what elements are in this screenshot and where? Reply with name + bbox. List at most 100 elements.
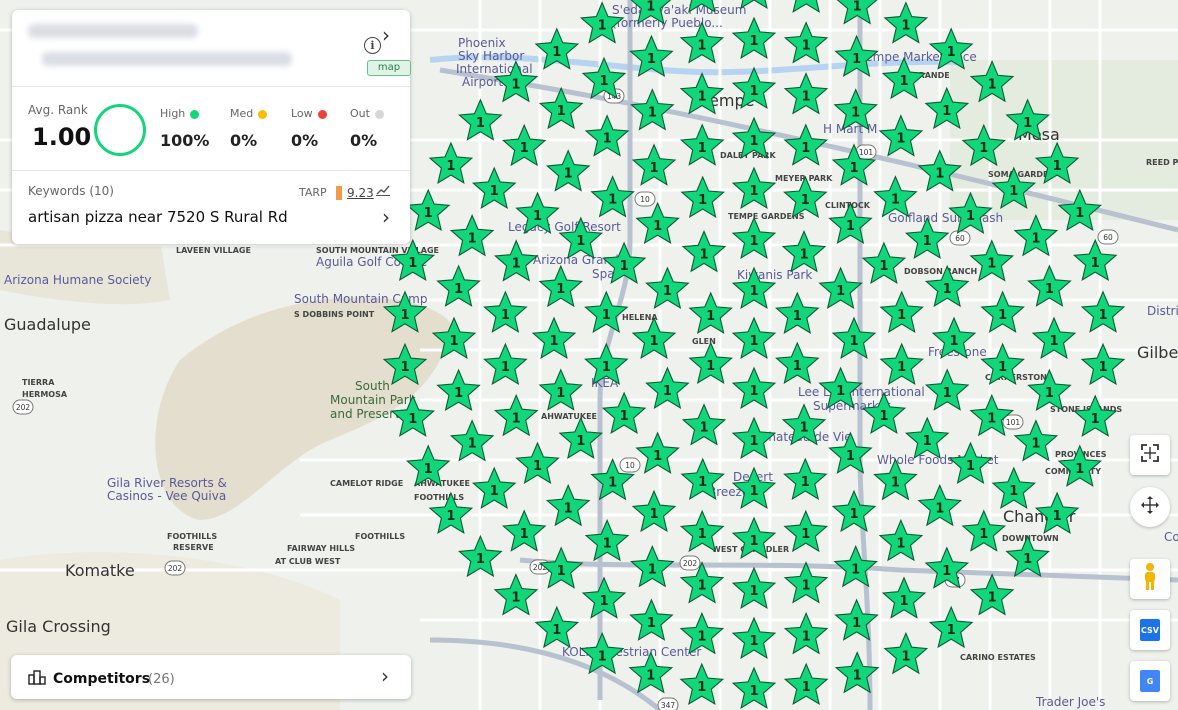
rank-marker-label: 1 <box>501 360 510 375</box>
rank-marker-label: 1 <box>988 77 997 92</box>
rank-marker-label: 1 <box>801 193 810 208</box>
rank-marker-label: 1 <box>424 462 433 477</box>
rank-marker-label: 1 <box>697 579 706 594</box>
building-icon <box>28 669 46 689</box>
rank-marker-label: 1 <box>446 159 455 174</box>
chevron-right-icon[interactable]: › <box>381 664 389 688</box>
rank-marker-label: 1 <box>793 359 802 374</box>
rank-marker-label: 1 <box>454 386 463 401</box>
rank-marker-label: 1 <box>923 234 932 249</box>
rank-marker-label: 1 <box>998 360 1007 375</box>
rank-marker-label: 1 <box>400 308 409 323</box>
rank-marker-label: 1 <box>749 534 758 549</box>
business-address-redacted <box>42 52 292 66</box>
highway-shield-icon: 10 <box>619 457 641 473</box>
rank-marker-label: 1 <box>1045 386 1054 401</box>
rank-marker-label: 1 <box>706 309 715 324</box>
rank-marker-label: 1 <box>801 579 810 594</box>
business-name-redacted <box>28 24 198 38</box>
rank-marker-label: 1 <box>802 680 811 695</box>
rank-marker-label: 1 <box>749 284 758 299</box>
rank-marker-label: 1 <box>698 193 707 208</box>
info-icon[interactable]: i <box>364 37 381 54</box>
competitors-bar[interactable]: Competitors (26) › <box>11 655 411 699</box>
high-label-text: High <box>160 107 186 120</box>
map-label: Guadalupe <box>4 315 91 334</box>
map-move-button[interactable] <box>1130 487 1170 527</box>
google-export-button[interactable]: G <box>1130 661 1170 701</box>
rank-marker-label: 1 <box>802 0 811 3</box>
map-label: Kiwanis Park <box>737 268 812 282</box>
rank-marker-label: 1 <box>801 90 810 105</box>
rank-marker-label: 1 <box>901 649 910 664</box>
map-label: REED PARK <box>1146 158 1178 167</box>
highway-shield-icon: 202 <box>12 399 34 415</box>
rank-marker-label: 1 <box>749 134 758 149</box>
map-label: FOOTHILLS <box>167 532 217 541</box>
high-dot <box>190 109 200 119</box>
out-label-text: Out <box>350 107 370 120</box>
rank-marker-label: 1 <box>512 411 521 426</box>
street-view-button[interactable] <box>1130 559 1170 599</box>
rank-marker-label: 1 <box>1098 360 1107 375</box>
rank-marker-label: 1 <box>663 384 672 399</box>
rank-marker-label: 1 <box>849 334 858 349</box>
rank-marker-label: 1 <box>836 284 845 299</box>
rank-marker-label: 1 <box>648 562 657 577</box>
keywords-count: (10) <box>89 184 114 198</box>
rank-marker-label: 1 <box>801 475 810 490</box>
map-label: South <box>355 379 390 393</box>
rank-marker-label: 1 <box>646 0 655 15</box>
rank-marker-label: 1 <box>603 536 612 551</box>
rank-marker-label: 1 <box>846 219 855 234</box>
map-label: LAVEEN VILLAGE <box>176 246 251 255</box>
chevron-right-icon[interactable]: › <box>382 23 390 47</box>
map-label: Trader Joe's <box>1035 695 1105 709</box>
rank-marker-label: 1 <box>556 386 565 401</box>
rank-marker-label: 1 <box>400 360 409 375</box>
rank-marker-label: 1 <box>899 74 908 89</box>
rank-marker-label: 1 <box>943 282 952 297</box>
rank-marker-label: 1 <box>549 334 558 349</box>
rank-marker-label: 1 <box>849 507 858 522</box>
rank-marker-label: 1 <box>947 623 956 638</box>
tarp-value[interactable]: 9.23 <box>347 186 374 200</box>
rank-marker-label: 1 <box>424 206 433 221</box>
map-label: Gila Crossing <box>6 617 111 636</box>
tarp-bar <box>336 186 342 200</box>
rank-marker-label: 1 <box>520 141 529 156</box>
rank-marker-label: 1 <box>802 39 811 54</box>
rank-marker-label: 1 <box>846 449 855 464</box>
map-label: CARINO ESTATES <box>960 653 1036 662</box>
csv-export-button[interactable]: CSV <box>1130 610 1170 650</box>
keyword-next-chevron-icon[interactable]: › <box>382 205 390 229</box>
rank-marker-label: 1 <box>1023 552 1032 567</box>
rank-marker-label: 1 <box>698 527 707 542</box>
rank-marker-label: 1 <box>556 282 565 297</box>
map-label: HERMOSA <box>22 390 68 399</box>
rank-info-panel: i › map Avg. Rank 1.00 High 100% Med 0% … <box>12 10 411 244</box>
map-label: AT CLUB WEST <box>275 557 341 566</box>
rank-marker-label: 1 <box>663 284 672 299</box>
rank-marker-label: 1 <box>552 623 561 638</box>
current-keyword[interactable]: artisan pizza near 7520 S Rural Rd <box>28 208 288 226</box>
fullscreen-button[interactable] <box>1130 435 1170 475</box>
divider <box>12 170 410 171</box>
rank-marker-label: 1 <box>1091 412 1100 427</box>
rank-marker-label: 1 <box>1049 334 1058 349</box>
rank-marker-label: 1 <box>501 308 510 323</box>
svg-text:101: 101 <box>859 148 874 157</box>
map-label: Gilbert <box>1137 343 1178 362</box>
divider <box>12 86 410 87</box>
rank-marker-label: 1 <box>749 584 758 599</box>
map-label: FOOTHILLS <box>414 493 464 502</box>
rank-marker-label: 1 <box>987 411 996 426</box>
trend-chart-icon[interactable] <box>376 184 390 200</box>
rank-marker-label: 1 <box>749 684 758 699</box>
med-dot <box>258 109 268 119</box>
rank-marker-label: 1 <box>454 282 463 297</box>
rank-marker-label: 1 <box>649 334 658 349</box>
svg-text:202: 202 <box>16 403 31 412</box>
rank-marker-label: 1 <box>576 434 585 449</box>
med-label-text: Med <box>230 107 254 120</box>
